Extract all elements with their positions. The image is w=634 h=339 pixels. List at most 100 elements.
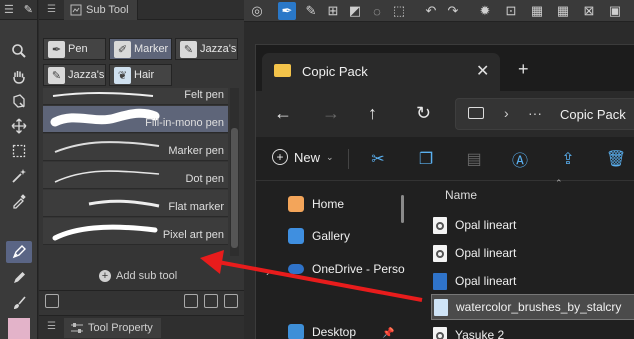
delete-icon[interactable]: 🗑 — [606, 149, 626, 169]
subtool-header: ☰ Sub Tool — [39, 0, 244, 20]
file-item[interactable]: Opal lineart — [431, 240, 634, 266]
settings-icon[interactable] — [45, 294, 59, 308]
shrink-icon[interactable]: ⊠ — [580, 2, 598, 20]
nav-item-gallery[interactable]: Gallery — [288, 228, 350, 244]
selection-tool-icon[interactable] — [6, 140, 32, 162]
expand-chevron-icon[interactable]: › — [266, 267, 270, 279]
layer-icon[interactable]: ◎ — [248, 2, 266, 20]
pen-tool-icon[interactable] — [6, 241, 32, 263]
subtool-tab-label: Sub Tool — [86, 4, 129, 16]
brush-item-felt-pen[interactable]: Felt pen — [43, 88, 228, 105]
brush-label: Dot pen — [185, 173, 224, 185]
panel-menu-icon[interactable]: ☰ — [47, 4, 56, 15]
group-tab-marker[interactable]: ✐ Marker — [109, 38, 172, 60]
file-item-selected[interactable]: watercolor_brushes_by_stalcry — [431, 294, 634, 320]
cut-icon[interactable]: ✂ — [368, 149, 388, 169]
brush-item-fill-in-mono-pen[interactable]: Fill-in-mono pen — [43, 106, 228, 133]
grid-icon[interactable]: ▦ — [554, 2, 572, 20]
undo-icon[interactable]: ↶ — [422, 2, 440, 20]
brush-item-pixel-art-pen[interactable]: Pixel art pen — [43, 218, 228, 245]
file-list-pane: ⌃ Name Opal lineart Opal lineart Opal li… — [421, 178, 634, 339]
group-tab-pen[interactable]: ✒ Pen — [43, 38, 106, 60]
hair-icon: ❦ — [114, 67, 131, 84]
explorer-navbar: ← → ↑ ↻ › ··· Copic Pack — [256, 91, 634, 137]
group-tab-jazzas-1[interactable]: ✎ Jazza's — [175, 38, 238, 60]
close-tab-icon[interactable]: ✕ — [476, 61, 489, 81]
tool-property-label: Tool Property — [88, 322, 153, 334]
file-name: Opal lineart — [455, 246, 517, 260]
file-item[interactable]: Yasuke 2 — [431, 322, 634, 339]
brush-label: Flat marker — [168, 201, 224, 213]
zoom-tool-icon[interactable] — [6, 40, 32, 62]
rename-icon[interactable]: Ⓐ — [510, 149, 530, 170]
eyedropper-icon[interactable] — [6, 190, 32, 212]
brush-label: Fill-in-mono pen — [145, 117, 224, 129]
brush-item-dot-pen[interactable]: Dot pen — [43, 162, 228, 189]
brush-item-marker-pen[interactable]: Marker pen — [43, 134, 228, 161]
nav-item-label: OneDrive - Perso — [312, 262, 405, 276]
lasso-icon[interactable]: ◌ — [368, 2, 386, 20]
brush-list-scrollbar[interactable] — [230, 88, 239, 256]
nav-scrollbar[interactable] — [401, 195, 404, 223]
up-arrow-icon[interactable]: ↑ — [368, 103, 377, 124]
explorer-command-bar: + New ⌄ ✂ ❐ ▤ Ⓐ ⇪ 🗑 — [256, 137, 634, 181]
pin-icon: 📌 — [382, 328, 395, 339]
more-ellipsis-icon[interactable]: ··· — [528, 105, 542, 121]
fill-icon[interactable]: ◩ — [346, 2, 364, 20]
top-toolbar: ◎ ✒ ✎ ⊞ ◩ ◌ ⬚ ↶ ↷ ✹ ⊡ ▦ ▦ ⊠ ▣ — [244, 0, 634, 22]
nav-item-home[interactable]: Home — [288, 196, 344, 212]
canvas-icon[interactable]: ▣ — [606, 2, 624, 20]
nav-item-desktop[interactable]: Desktop — [288, 324, 356, 339]
plus-icon: + — [272, 149, 288, 165]
share-icon[interactable]: ⇪ — [558, 149, 578, 169]
refresh-icon[interactable]: ↻ — [416, 103, 431, 124]
plus-circle-icon: + — [99, 270, 111, 282]
duplicate-icon[interactable] — [204, 294, 218, 308]
object-tool-icon[interactable] — [6, 90, 32, 112]
brush-label: Felt pen — [184, 89, 224, 101]
pencil-tool-icon[interactable] — [6, 267, 32, 289]
tool-property-tab[interactable]: Tool Property — [64, 318, 161, 338]
magic-wand-icon[interactable] — [6, 165, 32, 187]
explorer-tab[interactable]: Copic Pack ✕ — [262, 53, 500, 91]
pen-mode-icon[interactable]: ✒ — [278, 2, 296, 20]
loading-icon[interactable]: ✹ — [476, 2, 494, 20]
trash-icon[interactable] — [224, 294, 238, 308]
brush-item-flat-marker[interactable]: Flat marker — [43, 190, 228, 217]
menu-icon[interactable]: ☰ — [4, 3, 14, 16]
crop-icon[interactable]: ⊡ — [502, 2, 520, 20]
brush-file-icon — [434, 298, 448, 316]
crosshatch-icon[interactable]: ▦ — [528, 2, 546, 20]
eraser-icon[interactable]: ✎ — [302, 2, 320, 20]
add-sub-tool-button[interactable]: + Add sub tool — [99, 270, 177, 282]
brush-stroke-preview — [88, 199, 160, 208]
pencil-icon[interactable]: ✎ — [24, 3, 33, 16]
forward-arrow-icon[interactable]: → — [322, 103, 340, 124]
group-tab-jazzas-2[interactable]: ✎ Jazza's — [43, 64, 106, 86]
file-item[interactable]: Opal lineart — [431, 268, 634, 294]
file-item[interactable]: Opal lineart — [431, 212, 634, 238]
copy-icon[interactable]: ❐ — [416, 149, 436, 169]
redo-icon[interactable]: ↷ — [444, 2, 462, 20]
transform-icon[interactable]: ⬚ — [390, 2, 408, 20]
new-button[interactable]: + New ⌄ — [272, 149, 334, 165]
new-tab-icon[interactable]: + — [518, 59, 529, 80]
group-tab-hair[interactable]: ❦ Hair — [109, 64, 172, 86]
paste-icon[interactable]: ▤ — [464, 149, 484, 169]
move-tool-icon[interactable] — [6, 115, 32, 137]
panel-menu-icon[interactable]: ☰ — [47, 321, 56, 332]
hand-tool-icon[interactable] — [6, 65, 32, 87]
nav-item-onedrive[interactable]: OneDrive - Perso — [288, 262, 405, 276]
add-canvas-icon[interactable]: ⊞ — [324, 2, 342, 20]
back-arrow-icon[interactable]: ← — [274, 103, 292, 124]
download-icon[interactable] — [184, 294, 198, 308]
file-icon — [433, 216, 447, 234]
subtool-tab[interactable]: Sub Tool — [64, 0, 138, 20]
brush-tool-icon[interactable] — [6, 292, 32, 314]
scrollbar-thumb[interactable] — [231, 128, 238, 248]
file-name: Yasuke 2 — [455, 328, 505, 339]
address-bar[interactable]: › ··· Copic Pack — [455, 98, 634, 130]
column-header-name[interactable]: Name — [445, 188, 477, 202]
color-swatch-icon[interactable] — [8, 318, 30, 339]
file-name: Opal lineart — [455, 274, 517, 288]
